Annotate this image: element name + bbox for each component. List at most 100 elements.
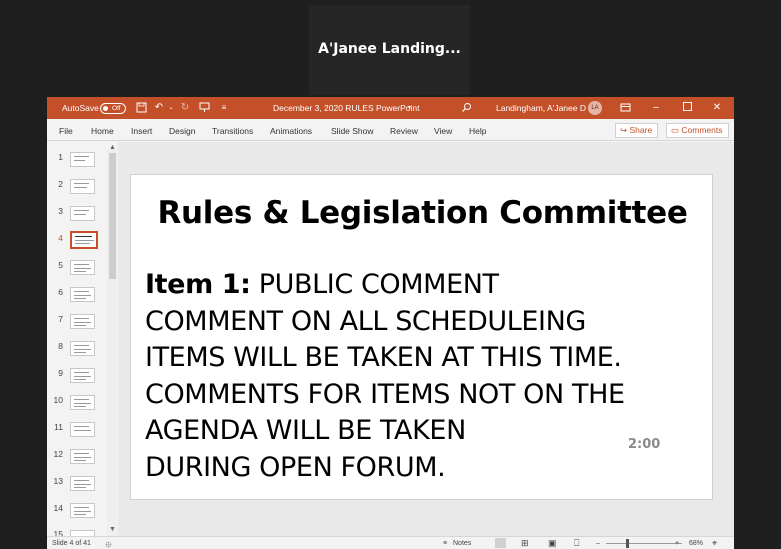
slide-body[interactable]: Item 1: PUBLIC COMMENT COMMENT ON ALL SC… bbox=[145, 267, 705, 486]
comment-icon: ▭ bbox=[671, 125, 680, 135]
share-icon: ↪ bbox=[620, 125, 628, 135]
slide-body-line: DURING OPEN FORUM. bbox=[145, 451, 446, 483]
slide-thumbnail-3[interactable] bbox=[70, 206, 95, 221]
avatar[interactable]: LA bbox=[588, 101, 602, 115]
zoom-slider[interactable] bbox=[606, 543, 682, 544]
meeting-stage: A'Janee Landing... AutoSave Off ↶ ⌄ ↻ ≡ … bbox=[0, 0, 781, 549]
accessibility-icon[interactable]: ⯐ bbox=[105, 538, 112, 549]
thumbnail-number: 13 bbox=[53, 476, 63, 486]
participant-tile[interactable]: A'Janee Landing... bbox=[309, 5, 470, 95]
thumbnail-number: 3 bbox=[58, 206, 63, 216]
thumbnail-number: 15 bbox=[53, 529, 63, 536]
tab-design[interactable]: Design bbox=[169, 126, 195, 136]
thumbnail-number: 7 bbox=[58, 314, 63, 324]
minimize-icon[interactable]: – bbox=[650, 102, 662, 114]
autosave-toggle[interactable]: Off bbox=[100, 103, 126, 114]
tab-home[interactable]: Home bbox=[91, 126, 114, 136]
autosave-label: AutoSave bbox=[62, 103, 99, 113]
notes-button[interactable]: Notes bbox=[453, 540, 471, 547]
thumbnail-number: 2 bbox=[58, 179, 63, 189]
countdown-timer: 2:00 bbox=[628, 437, 661, 452]
item-label: Item 1: bbox=[145, 269, 251, 300]
tab-transitions[interactable]: Transitions bbox=[212, 126, 253, 136]
maximize-icon[interactable] bbox=[681, 102, 693, 114]
slide-editing-pane: Rules & Legislation Committee Item 1: PU… bbox=[118, 142, 734, 536]
thumbnail-number: 11 bbox=[54, 422, 63, 432]
comments-label: Comments bbox=[681, 125, 723, 135]
zoom-in-button[interactable]: + bbox=[675, 540, 679, 547]
slide-title[interactable]: Rules & Legislation Committee bbox=[131, 195, 714, 231]
slide-thumbnail-pane: 1 2 3 4 5 6 7 8 9 10 11 12 13 14 15 bbox=[47, 142, 109, 536]
slide-thumbnail-13[interactable] bbox=[70, 476, 95, 491]
normal-view-icon[interactable] bbox=[495, 538, 506, 548]
slide-body-line: COMMENT ON ALL SCHEDULEING bbox=[145, 305, 586, 337]
zoom-slider-handle[interactable] bbox=[626, 539, 629, 548]
share-button[interactable]: ↪ Share bbox=[615, 123, 659, 138]
search-icon[interactable] bbox=[460, 102, 472, 114]
tab-view[interactable]: View bbox=[434, 126, 452, 136]
presentation-icon[interactable] bbox=[198, 102, 210, 114]
tab-review[interactable]: Review bbox=[390, 126, 418, 136]
comments-button[interactable]: ▭ Comments bbox=[666, 123, 729, 138]
redo-icon[interactable]: ↻ bbox=[179, 102, 191, 114]
undo-icon[interactable]: ↶ bbox=[153, 102, 165, 114]
menu-bar: File Home Insert Design Transitions Anim… bbox=[47, 119, 734, 141]
customize-toolbar-icon[interactable]: ≡ bbox=[218, 102, 230, 114]
zoom-out-button[interactable]: – bbox=[596, 540, 600, 547]
zoom-level[interactable]: 68% bbox=[689, 540, 703, 547]
save-icon[interactable] bbox=[135, 102, 147, 114]
thumbnail-number: 14 bbox=[53, 503, 63, 513]
slide-sorter-icon[interactable]: ⊞ bbox=[521, 538, 529, 549]
reading-view-icon[interactable]: ▣ bbox=[548, 538, 557, 549]
thumbnail-number: 5 bbox=[58, 260, 63, 270]
share-label: Share bbox=[629, 125, 653, 135]
participant-name: A'Janee Landing... bbox=[318, 41, 461, 57]
slide-body-line: COMMENTS FOR ITEMS NOT ON THE bbox=[145, 378, 625, 410]
slide-counter: Slide 4 of 41 bbox=[52, 540, 91, 547]
undo-dropdown-icon[interactable]: ⌄ bbox=[165, 102, 177, 114]
thumbnail-number: 10 bbox=[53, 395, 63, 405]
slide-thumbnail-8[interactable] bbox=[70, 341, 95, 356]
powerpoint-window: AutoSave Off ↶ ⌄ ↻ ≡ December 3, 2020 RU… bbox=[47, 97, 734, 549]
slide-thumbnail-1[interactable] bbox=[70, 152, 95, 167]
tab-help[interactable]: Help bbox=[469, 126, 486, 136]
slide-thumbnail-7[interactable] bbox=[70, 314, 95, 329]
notes-icon[interactable]: ≡ bbox=[443, 540, 447, 547]
slide-body-line: ITEMS WILL BE TAKEN AT THIS TIME. bbox=[145, 342, 622, 373]
close-icon[interactable]: ✕ bbox=[711, 102, 723, 114]
thumbnail-number: 9 bbox=[58, 368, 63, 378]
title-dropdown-icon[interactable]: ▾ bbox=[408, 104, 411, 111]
thumbnail-scrollbar-thumb[interactable] bbox=[109, 153, 116, 279]
slide-thumbnail-12[interactable] bbox=[70, 449, 95, 464]
body-first-line: PUBLIC COMMENT bbox=[250, 269, 499, 300]
user-name[interactable]: Landingham, A'Janee D bbox=[496, 103, 586, 113]
slideshow-view-icon[interactable]: ⎕ bbox=[574, 538, 579, 549]
current-slide[interactable]: Rules & Legislation Committee Item 1: PU… bbox=[130, 174, 713, 500]
slide-thumbnail-10[interactable] bbox=[70, 395, 95, 410]
slide-thumbnail-5[interactable] bbox=[70, 260, 95, 275]
slide-thumbnail-6[interactable] bbox=[70, 287, 95, 302]
slide-thumbnail-9[interactable] bbox=[70, 368, 95, 383]
slide-body-line: Item 1: PUBLIC COMMENT bbox=[145, 267, 705, 304]
thumbnail-number: 8 bbox=[58, 341, 63, 351]
slide-thumbnail-2[interactable] bbox=[70, 179, 95, 194]
slide-body-line: AGENDA WILL BE TAKEN bbox=[145, 415, 466, 446]
slide-thumbnail-11[interactable] bbox=[70, 422, 95, 437]
tab-file[interactable]: File bbox=[59, 126, 73, 136]
thumbnail-scroll-down-icon[interactable]: ▼ bbox=[109, 526, 116, 533]
thumbnail-number: 4 bbox=[58, 233, 63, 243]
tab-slide-show[interactable]: Slide Show bbox=[331, 126, 374, 136]
status-bar: Slide 4 of 41 ⯐ ≡ Notes ⊞ ▣ ⎕ – + 68% ⌖ bbox=[47, 536, 734, 549]
thumbnail-number: 6 bbox=[58, 287, 63, 297]
tab-insert[interactable]: Insert bbox=[131, 126, 152, 136]
tab-animations[interactable]: Animations bbox=[270, 126, 312, 136]
thumbnail-number: 12 bbox=[53, 449, 63, 459]
thumbnail-number: 1 bbox=[58, 152, 63, 162]
slide-thumbnail-4-selected[interactable] bbox=[70, 231, 98, 249]
slide-thumbnail-14[interactable] bbox=[70, 503, 95, 518]
fit-to-window-icon[interactable]: ⌖ bbox=[712, 538, 717, 549]
document-title[interactable]: December 3, 2020 RULES PowerPoint bbox=[273, 103, 419, 113]
title-bar: AutoSave Off ↶ ⌄ ↻ ≡ December 3, 2020 RU… bbox=[47, 97, 734, 119]
ribbon-display-options-icon[interactable] bbox=[619, 102, 631, 114]
thumbnail-scroll-up-icon[interactable]: ▲ bbox=[109, 144, 116, 151]
